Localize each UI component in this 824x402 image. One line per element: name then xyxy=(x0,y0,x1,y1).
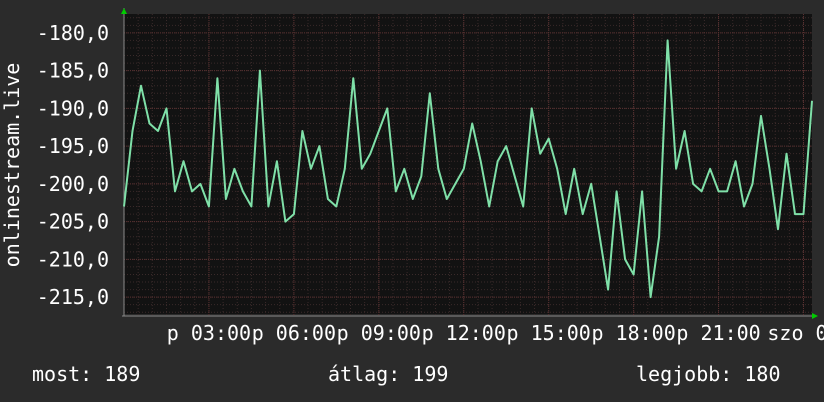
stat-average: átlag: 199 xyxy=(328,362,449,386)
y-tick-label: -215,0 xyxy=(37,285,109,309)
y-tick-label: -200,0 xyxy=(37,172,109,196)
y-axis-label: onlinestream.live xyxy=(0,63,24,268)
y-tick-labels: -180,0 -185,0 -190,0 -195,0 -200,0 -205,0 -210… xyxy=(37,21,109,309)
x-tick-label: szo 00 xyxy=(767,321,824,345)
x-tick-label: p 18:00 xyxy=(591,321,675,345)
x-tick-label: p 09:00 xyxy=(337,321,421,345)
plot-area xyxy=(124,14,812,314)
x-axis-arrow xyxy=(812,313,818,319)
y-tick-label: -190,0 xyxy=(37,96,109,120)
x-tick-label: p 12:00 xyxy=(422,321,506,345)
y-tick-label: -195,0 xyxy=(37,134,109,158)
x-tick-label: p 21:00 xyxy=(676,321,760,345)
y-tick-label: -185,0 xyxy=(37,59,109,83)
x-tick-label: p 06:00 xyxy=(252,321,336,345)
x-tick-labels: p 03:00 p 06:00 p 09:00 p 12:00 p 15:00 p 18:… xyxy=(167,321,824,345)
y-tick-label: -180,0 xyxy=(37,21,109,45)
y-tick-label: -210,0 xyxy=(37,247,109,271)
line-chart: -180,0 -185,0 -190,0 -195,0 -200,0 -205,0 -210… xyxy=(0,8,824,345)
stat-best: legjobb: 180 xyxy=(636,362,781,386)
x-tick-label: p 03:00 xyxy=(167,321,251,345)
stat-now: most: 189 xyxy=(32,362,141,386)
y-axis-arrow xyxy=(121,8,127,14)
y-tick-label: -205,0 xyxy=(37,210,109,234)
x-tick-label: p 15:00 xyxy=(507,321,591,345)
